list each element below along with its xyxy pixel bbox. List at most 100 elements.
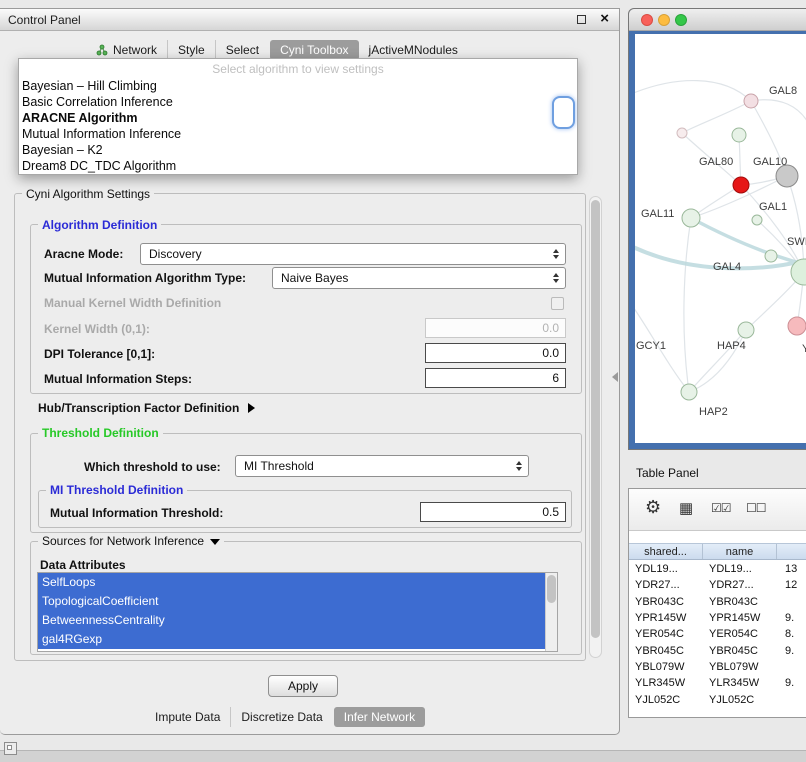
mi-threshold-field[interactable]: 0.5	[420, 502, 566, 522]
network-node-gray[interactable]	[776, 165, 798, 187]
table-row[interactable]: YBR043C YBR043C	[629, 594, 806, 610]
control-panel-window: Control Panel × Network Style Select	[0, 8, 620, 735]
list-item-selfloops[interactable]: SelfLoops	[38, 573, 545, 592]
table-row[interactable]: YJL052C YJL052C	[629, 691, 806, 707]
tab-infer-network[interactable]: Infer Network	[334, 707, 425, 727]
dropdown-item-aracne[interactable]: ARACNE Algorithm	[19, 110, 577, 126]
table-cell: YBR045C	[703, 645, 777, 657]
combo-stepper-icon	[516, 456, 522, 476]
kernel-width-value: 0.0	[542, 321, 559, 335]
tab-impute-data[interactable]: Impute Data	[145, 707, 230, 727]
column-header-name[interactable]: name	[703, 544, 777, 559]
table-row[interactable]: YLR345W YLR345W 9.	[629, 675, 806, 691]
dropdown-item-dream8[interactable]: Dream8 DC_TDC Algorithm	[19, 158, 577, 174]
list-item-betweennesscentrality[interactable]: BetweennessCentrality	[38, 611, 545, 630]
table-row[interactable]: YER054C YER054C 8.	[629, 626, 806, 642]
tab-label: Impute Data	[155, 710, 220, 724]
combo-stepper-icon	[553, 268, 559, 288]
network-node-gal1[interactable]	[752, 215, 762, 225]
tab-style[interactable]: Style	[167, 40, 215, 60]
panel-title: Control Panel	[0, 13, 81, 27]
dropdown-item-basic-correlation[interactable]: Basic Correlation Inference	[19, 94, 577, 110]
bottom-tabs: Impute Data Discretize Data Infer Networ…	[145, 707, 425, 727]
network-node-labels: GAL8 GAL80 GAL10 GAL11 GAL1 SWI4 GAL4 GC…	[636, 85, 806, 418]
table-row[interactable]: YDL19... YDL19... 13	[629, 561, 806, 577]
tab-discretize-data[interactable]: Discretize Data	[230, 707, 332, 727]
sources-group-title[interactable]: Sources for Network Inference	[38, 534, 224, 548]
data-attributes-list[interactable]: SelfLoops TopologicalCoefficient Between…	[37, 572, 558, 652]
gear-icon[interactable]: ⚙	[645, 497, 661, 518]
network-canvas[interactable]: GAL8 GAL80 GAL10 GAL11 GAL1 SWI4 GAL4 GC…	[635, 34, 806, 443]
sources-title-text: Sources for Network Inference	[42, 534, 204, 548]
network-node-gal11[interactable]	[682, 209, 700, 227]
settings-scrollbar[interactable]	[589, 196, 602, 658]
network-node[interactable]	[732, 128, 746, 142]
table-cell: YLR345W	[629, 677, 703, 689]
close-traffic-light-icon[interactable]	[641, 14, 653, 26]
network-node[interactable]	[744, 94, 758, 108]
node-label: GAL11	[641, 208, 674, 220]
dropdown-item-mutual-information[interactable]: Mutual Information Inference	[19, 126, 577, 142]
control-panel-titlebar: Control Panel ×	[0, 9, 619, 31]
settings-scrollbar-thumb[interactable]	[591, 200, 600, 638]
table-body: YDL19... YDL19... 13 YDR27... YDR27... 1…	[629, 561, 806, 717]
columns-icon[interactable]: ▦	[679, 499, 693, 517]
list-item-topologicalcoefficient[interactable]: TopologicalCoefficient	[38, 592, 545, 611]
which-threshold-value: MI Threshold	[244, 459, 314, 473]
tab-select[interactable]: Select	[215, 40, 269, 60]
aracne-mode-value: Discovery	[149, 247, 202, 261]
panel-splitter-handle[interactable]	[612, 372, 618, 382]
minimized-window-icon[interactable]	[4, 742, 17, 755]
node-label: GAL1	[759, 201, 787, 213]
table-cell: YBR045C	[629, 645, 703, 657]
manual-kernel-checkbox[interactable]	[551, 297, 564, 310]
table-cell: 12	[777, 579, 806, 591]
table-cell: YPR145W	[703, 612, 777, 624]
mi-steps-field[interactable]: 6	[425, 368, 566, 388]
kernel-width-field[interactable]: 0.0	[425, 318, 566, 338]
table-panel-window: ⚙ ▦ ☑☑ ☐☐ shared... name YDL19... YDL19.…	[628, 488, 806, 718]
table-row[interactable]: YDR27... YDR27... 12	[629, 577, 806, 593]
dpi-tolerance-field[interactable]: 0.0	[425, 343, 566, 363]
mi-steps-label: Mutual Information Steps:	[44, 372, 192, 386]
dropdown-item-bayesian-hill-climbing[interactable]: Bayesian – Hill Climbing	[19, 78, 577, 94]
table-panel-title: Table Panel	[636, 466, 699, 480]
which-threshold-select[interactable]: MI Threshold	[235, 455, 529, 477]
network-node-hap2[interactable]	[681, 384, 697, 400]
tab-network[interactable]: Network	[86, 40, 167, 60]
network-node-gal10-red[interactable]	[733, 177, 749, 193]
dpi-tolerance-value: 0.0	[542, 346, 559, 360]
mi-type-value: Naive Bayes	[281, 271, 348, 285]
select-all-icon[interactable]: ☑☑	[711, 501, 731, 515]
mi-type-select[interactable]: Naive Bayes	[272, 267, 566, 289]
tab-jactivemnodules[interactable]: jActiveMNodules	[359, 40, 468, 60]
help-button[interactable]	[552, 96, 575, 129]
expanded-arrow-icon	[210, 539, 220, 545]
column-header-clipped[interactable]	[777, 544, 806, 559]
attribute-list-scrollbar[interactable]	[545, 573, 557, 651]
bottom-strip	[0, 750, 806, 762]
network-node-pink[interactable]	[788, 317, 806, 335]
table-row[interactable]: YPR145W YPR145W 9.	[629, 610, 806, 626]
network-node[interactable]	[738, 322, 754, 338]
float-window-icon[interactable]	[577, 15, 586, 24]
attribute-list-scrollbar-thumb[interactable]	[547, 575, 556, 603]
dropdown-item-bayesian-k2[interactable]: Bayesian – K2	[19, 142, 577, 158]
dropdown-placeholder: Select algorithm to view settings	[19, 61, 577, 78]
network-node[interactable]	[677, 128, 687, 138]
hub-definition-toggle[interactable]: Hub/Transcription Factor Definition	[38, 401, 255, 415]
aracne-mode-select[interactable]: Discovery	[140, 243, 566, 265]
table-row[interactable]: YBR045C YBR045C 9.	[629, 642, 806, 658]
list-item-gal4rgexp[interactable]: gal4RGexp	[38, 630, 545, 649]
network-node[interactable]	[765, 250, 777, 262]
minimize-traffic-light-icon[interactable]	[658, 14, 670, 26]
close-icon[interactable]: ×	[600, 10, 609, 27]
zoom-traffic-light-icon[interactable]	[675, 14, 687, 26]
deselect-all-icon[interactable]: ☐☐	[746, 501, 766, 515]
tab-cyni-toolbox[interactable]: Cyni Toolbox	[270, 40, 358, 60]
table-cell: YBL079W	[703, 661, 777, 673]
apply-button[interactable]: Apply	[268, 675, 338, 697]
table-cell: YDR27...	[703, 579, 777, 591]
table-row[interactable]: YBL079W YBL079W	[629, 659, 806, 675]
column-header-shared-name[interactable]: shared...	[629, 544, 703, 559]
